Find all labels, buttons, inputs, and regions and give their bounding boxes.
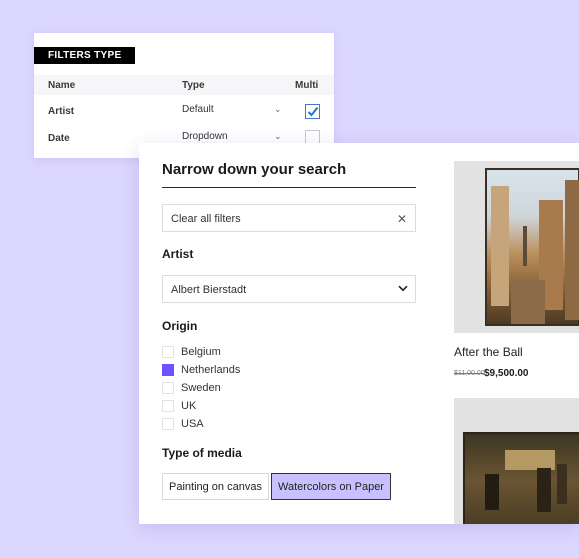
option-label: Netherlands: [181, 364, 241, 376]
checkmark-icon: [307, 106, 319, 117]
artist-section-title: Artist: [162, 247, 194, 261]
panel-title: Narrow down your search: [162, 161, 416, 188]
checkbox[interactable]: [162, 382, 174, 394]
close-icon[interactable]: ✕: [397, 212, 407, 226]
column-name: Name: [48, 80, 76, 91]
row-name: Date: [48, 133, 70, 144]
clear-filters-button[interactable]: Clear all filters ✕: [162, 204, 416, 232]
filters-type-badge: FILTERS TYPE: [34, 47, 136, 64]
media-chip-painting-on-canvas[interactable]: Painting on canvas: [162, 473, 269, 500]
clear-filters-label: Clear all filters: [171, 213, 241, 225]
filters-type-row-artist: Artist Default ⌄: [34, 99, 334, 123]
media-section-title: Type of media: [162, 446, 242, 460]
product-image-after-the-ball[interactable]: [454, 161, 579, 333]
type-select[interactable]: Default: [182, 104, 214, 115]
product-name[interactable]: After the Ball: [454, 345, 523, 359]
painting-street-scene: [485, 168, 579, 326]
option-label: USA: [181, 418, 204, 430]
checkbox[interactable]: [162, 346, 174, 358]
column-multi: Multi: [295, 80, 319, 91]
column-type: Type: [182, 80, 205, 91]
filters-type-card: FILTERS TYPE Name Type Multi Artist Defa…: [34, 33, 334, 158]
checkbox-checked[interactable]: [162, 364, 174, 376]
checkbox[interactable]: [162, 400, 174, 412]
product-price: $9,500.00: [484, 368, 529, 379]
option-label: Belgium: [181, 346, 221, 358]
filters-type-header: Name Type Multi: [34, 75, 334, 95]
type-select[interactable]: Dropdown: [182, 131, 228, 142]
multi-checkbox[interactable]: [305, 104, 320, 119]
painting-interior-scene: [463, 432, 579, 524]
artist-selected-value: Albert Bierstadt: [171, 284, 247, 296]
origin-section-title: Origin: [162, 319, 198, 333]
product-image-interior[interactable]: [454, 398, 579, 524]
chevron-down-icon: [398, 285, 408, 292]
product-old-price: $11,00.00: [454, 370, 485, 377]
filter-panel: Narrow down your search Clear all filter…: [139, 143, 579, 524]
option-label: Sweden: [181, 382, 221, 394]
chevron-down-icon[interactable]: ⌄: [274, 131, 282, 142]
option-label: UK: [181, 400, 197, 412]
row-name: Artist: [48, 106, 75, 117]
media-chip-watercolors-on-paper[interactable]: Watercolors on Paper: [271, 473, 391, 500]
chevron-down-icon[interactable]: ⌄: [274, 104, 282, 115]
artist-select[interactable]: Albert Bierstadt: [162, 275, 416, 303]
checkbox[interactable]: [162, 418, 174, 430]
